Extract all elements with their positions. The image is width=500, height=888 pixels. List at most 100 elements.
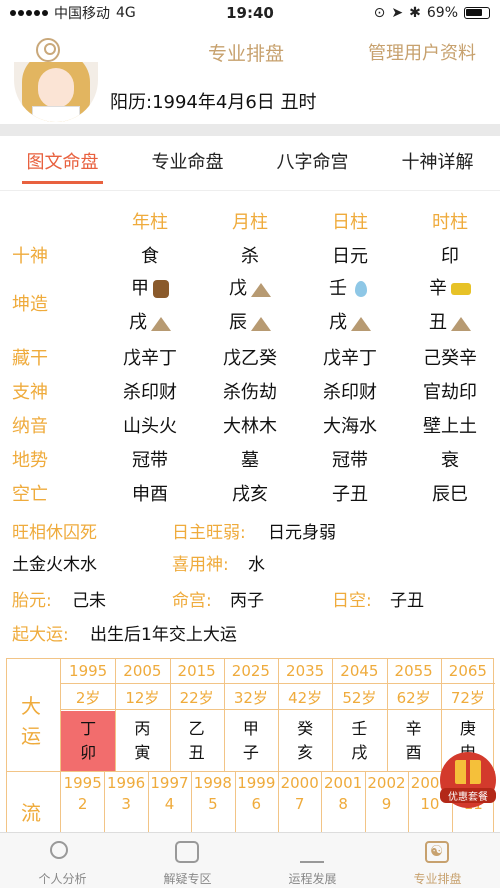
dayun-ganzhi-cell[interactable]: 甲子 [224,711,278,771]
pillar-cell: 戌 [100,308,200,334]
discount-package-button[interactable]: 优惠套餐 [440,752,496,808]
dayun-year: 2025 [231,662,270,680]
pillar-cell: 丑 [400,308,500,334]
gold-ingot-icon [451,283,471,295]
tab-ten-gods[interactable]: 十神详解 [375,136,500,190]
liunian-cell[interactable]: 1997 4 [148,773,191,815]
liunian-cell[interactable]: 1999 6 [235,773,278,815]
hidden-stems-row: 藏干 戊辛丁 戊乙癸 戊辛丁 己癸辛 [0,338,500,372]
strength-value: 日元身弱 [268,523,336,543]
tab-label: 个人分析 [38,872,87,886]
pillar-cell: 子丑 [332,484,368,505]
liunian-cell[interactable]: 1998 5 [191,773,234,815]
row-label: 藏干 [12,348,48,369]
liunian-cell[interactable]: 2001 8 [321,773,364,815]
battery-percent: 69% [426,5,458,21]
pillar-cell: 杀印财 [123,382,177,403]
nayin-row: 纳音 山头火 大林木 大海水 壁上土 [0,406,500,440]
liunian-cell[interactable]: 2002 9 [365,773,408,815]
dayun-ganzhi-cell[interactable]: 丁卯 [61,711,116,771]
dayun-branch: 寅 [134,743,151,762]
pillar-cell: 壬 [300,274,400,300]
promo-label: 优惠套餐 [440,788,496,803]
tab-label: 专业排盘 [413,872,462,886]
liunian-age: 4 [164,795,175,813]
tab-underline-divider [0,190,500,191]
pillar-cell: 壁上土 [423,416,477,437]
liunian-age: 9 [381,795,392,813]
pillar-cell: 戊辛丁 [323,348,377,369]
tab-personal-analysis[interactable]: 个人分析 [0,833,125,888]
status-bar: 中国移动 4G 19:40 ⊙ ➤ ✱ 69% [0,0,500,26]
liunian-cell[interactable]: 1995 2 [61,773,104,815]
row-label: 纳音 [12,416,48,437]
pillar-cell: 辛 [400,274,500,300]
line-graph-icon [300,841,324,863]
row-label: 支神 [12,382,48,403]
pillar-header-row: 年柱 月柱 日柱 时柱 [0,202,500,236]
taiji-icon [425,841,449,863]
terrain-row: 地势 冠带 墓 冠带 衰 [0,440,500,474]
divider [234,771,236,835]
dayun-stem: 丁 [80,719,97,738]
tab-label: 运程发展 [288,872,337,886]
divider [278,771,279,835]
water-drop-icon [351,281,371,297]
dayun-branch: 亥 [297,743,314,762]
dayun-ganzhi-cell[interactable]: 乙丑 [170,711,224,771]
divider [364,771,366,835]
pillar-cell: 墓 [241,450,259,471]
divider [408,771,410,835]
dayun-year: 2045 [340,662,379,680]
user-profile-icon[interactable] [36,38,60,62]
pillar-cell: 食 [141,246,159,267]
pillar-cell: 大海水 [323,416,377,437]
dayun-ganzhi-cell[interactable]: 癸亥 [278,711,332,771]
tab-qa-zone[interactable]: 解疑专区 [125,833,250,888]
hour-pillar-header: 时柱 [432,212,468,233]
tab-professional-chart-nav[interactable]: 专业排盘 [375,833,500,888]
heavenly-stem-row: 甲 戊 壬 辛 [0,268,500,302]
divider [278,659,279,771]
qiyun-label: 起大运: [12,625,69,645]
tab-bazi-palace[interactable]: 八字命宫 [250,136,375,190]
liunian-year: 2000 [280,774,319,792]
location-icon: ➤ [391,5,404,21]
pillar-cell: 大林木 [223,416,277,437]
rikong-value: 子丑 [390,591,424,611]
liunian-cell[interactable]: 1996 3 [104,773,147,815]
liunian-year: 1998 [193,774,232,792]
divider [440,659,442,771]
section-divider [0,124,500,136]
dayun-year: 2055 [394,662,433,680]
liunian-age: 6 [251,795,262,813]
dayun-stem: 庚 [459,719,476,738]
mountain-icon [351,315,371,331]
dayun-ganzhi-cell[interactable]: 丙寅 [115,711,169,771]
dayun-age: 72岁 [450,689,485,707]
tab-fortune-trend[interactable]: 运程发展 [250,833,375,888]
liunian-age: 5 [208,795,218,813]
dayun-stem: 癸 [297,719,314,738]
tab-professional-chart[interactable]: 专业命盘 [125,136,250,190]
wangxiang-value: 土金火木水 [12,555,97,575]
xiyong-value: 水 [248,555,265,575]
pillar-cell: 己癸辛 [423,348,477,369]
pillar-cell: 官劫印 [423,382,477,403]
liunian-age: 7 [294,795,305,813]
liunian-year: 1995 [63,774,102,792]
liunian-cell[interactable]: 2000 7 [278,773,321,815]
gift-icon [455,760,481,784]
liunian-year: 2001 [323,774,363,792]
qiyun-value: 出生后1年交上大运 [90,625,237,645]
dayun-year: 2065 [448,662,487,680]
dayun-ganzhi-cell[interactable]: 辛酉 [387,711,441,771]
tab-graphic-chart[interactable]: 图文命盘 [0,136,125,190]
earthly-branch-row: 戌 辰 戌 丑 [0,302,500,336]
dayun-ganzhi-cell[interactable]: 壬戌 [332,711,386,771]
pillar-cell: 甲 [100,274,200,300]
dayun-year: 2035 [286,662,325,680]
manage-profiles-link[interactable]: 管理用户资料 [368,39,476,65]
dayun-stem: 壬 [351,719,368,738]
dayun-stem: 丙 [134,719,151,738]
